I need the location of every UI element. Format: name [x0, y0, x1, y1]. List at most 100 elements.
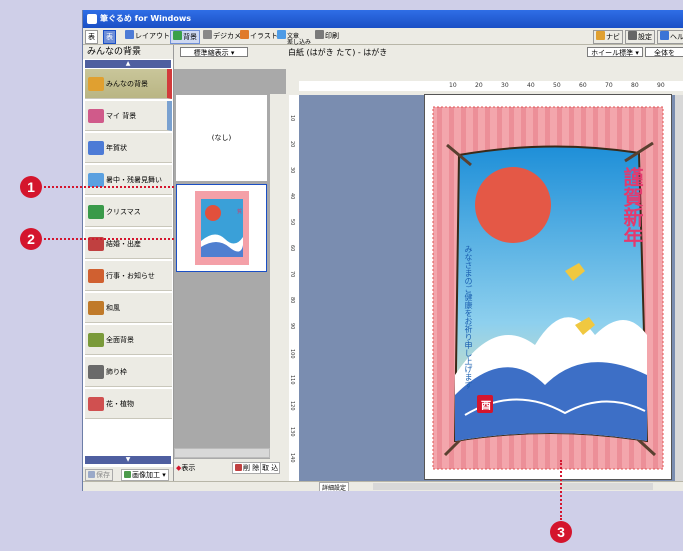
ruler-tick-label: 80 — [289, 297, 295, 304]
status-bar: 詳細設定 — [83, 481, 683, 491]
layout-button[interactable]: レイアウト — [123, 30, 172, 42]
view-mode-select[interactable]: 標準縮表示 ▾ — [180, 47, 248, 57]
illust-button[interactable]: イラスト — [238, 30, 280, 42]
navi-button[interactable]: ナビ — [593, 30, 623, 44]
editor-area: 白紙 (はがき たて) - はがき ホイール標準 ▾ 全体を 10 20 30 40 5… — [287, 45, 683, 481]
front-side-button[interactable]: 表 — [85, 30, 98, 44]
category-scroll-down[interactable]: ▼ — [85, 456, 171, 464]
category-item[interactable]: 結婚・出産 — [85, 229, 172, 259]
ruler-tick-label: 70 — [605, 82, 613, 89]
mountain-icon — [173, 31, 182, 40]
category-label: 花・植物 — [106, 400, 134, 408]
save-label: 保存 — [96, 471, 110, 479]
callout-2: 2 — [20, 228, 42, 250]
print-button[interactable]: 印刷 — [313, 30, 341, 42]
ruler-tick-label: 20 — [289, 141, 295, 148]
thumbnail-none[interactable]: (なし) — [176, 95, 267, 181]
category-scroll-up[interactable]: ▲ — [85, 60, 171, 68]
callout-3: 3 — [550, 521, 572, 543]
thumbnail-vscroll[interactable] — [270, 94, 286, 459]
category-item[interactable]: 年賀状 — [85, 133, 172, 163]
zoom-select[interactable]: ホイール標準 ▾ — [587, 47, 643, 57]
category-label: クリスマス — [106, 208, 141, 216]
window-title: 筆ぐるめ for Windows — [100, 14, 191, 23]
ruler-tick-label: 10 — [449, 82, 457, 89]
ruler-tick-label: 100 — [289, 349, 295, 359]
ruler-tick-label: 10 — [289, 115, 295, 122]
editor-vscroll[interactable] — [675, 95, 683, 481]
import-label: 取 込 — [262, 464, 279, 472]
ruler-tick-label: 30 — [501, 82, 509, 89]
ruler-tick-label: 50 — [289, 219, 295, 226]
paper-label: 白紙 (はがき たて) - はがき — [288, 48, 388, 57]
navi-icon — [596, 31, 605, 40]
category-item[interactable]: 暑中・残暑見舞い — [85, 165, 172, 195]
save-button[interactable]: 保存 — [85, 469, 113, 481]
settings-button[interactable]: 設定 — [625, 30, 655, 44]
illust-label: イラスト — [250, 32, 278, 40]
fit-select[interactable]: 全体を — [645, 47, 683, 57]
editor-hscroll[interactable] — [373, 483, 653, 490]
thumbnail-subbar — [174, 59, 286, 69]
fit-value: 全体を — [654, 49, 675, 57]
category-item[interactable]: マイ 背景 — [85, 101, 172, 131]
category-item[interactable]: 飾り枠 — [85, 357, 172, 387]
category-item[interactable]: クリスマス — [85, 197, 172, 227]
category-label: 年賀状 — [106, 144, 127, 152]
thumbnail-hscroll[interactable] — [174, 448, 270, 458]
category-item[interactable]: 行事・お知らせ — [85, 261, 172, 291]
callout-1-line — [44, 186, 174, 188]
view-mode-value: 標準縮表示 — [193, 49, 229, 57]
ruler-tick-label: 40 — [289, 193, 295, 200]
back-side-button[interactable]: 表 — [103, 30, 116, 44]
thumbnail-pane: 標準縮表示 ▾ (なし) 賀 ◆表示 削 除 取 込 — [174, 45, 286, 481]
category-pane-title: みんなの背景 — [83, 45, 173, 59]
display-button[interactable]: ◆表示 — [176, 463, 195, 473]
thumbnail-card-preview: 賀 — [195, 191, 249, 265]
category-label: 飾り枠 — [106, 368, 127, 376]
edit-image-button[interactable]: 画像加工 ▾ — [121, 469, 169, 481]
detail-settings-button[interactable]: 詳細設定 — [319, 482, 350, 491]
help-icon — [660, 31, 669, 40]
category-item[interactable]: みんなの背景 — [85, 69, 172, 99]
title-bar: 筆ぐるめ for Windows — [83, 10, 683, 28]
category-item[interactable]: 花・植物 — [85, 389, 172, 419]
category-label: 暑中・残暑見舞い — [106, 176, 162, 184]
christmas-tree-icon — [88, 205, 104, 219]
category-item[interactable]: 和風 — [85, 293, 172, 323]
delete-button[interactable]: 削 除 — [232, 462, 263, 474]
thumbnail-newyear[interactable]: 賀 — [176, 184, 267, 272]
category-label: 行事・お知らせ — [106, 272, 155, 280]
ruler-tick-label: 110 — [289, 375, 295, 385]
japanese-style-icon — [88, 301, 104, 315]
category-label: マイ 背景 — [106, 112, 137, 120]
floppy-icon — [88, 471, 95, 478]
main-toolbar: 表 表 レイアウト 背景 デジカメ イラスト 文章 差し込み 印刷 ナビ 設定 ヘ… — [83, 28, 683, 46]
callout-3-line — [560, 460, 562, 520]
layout-label: レイアウト — [135, 32, 170, 40]
app-icon — [87, 14, 97, 24]
ruler-tick-label: 20 — [475, 82, 483, 89]
category-item[interactable]: 全面背景 — [85, 325, 172, 355]
card-seal: 酉 — [481, 401, 491, 412]
zoom-value: ホイール標準 — [591, 49, 634, 57]
app-window: 筆ぐるめ for Windows 表 表 レイアウト 背景 デジカメ イラスト … — [82, 10, 683, 491]
thumbnail-footer: ◆表示 削 除 取 込 — [174, 459, 286, 481]
print-label: 印刷 — [325, 32, 339, 40]
ruler-tick-label: 130 — [289, 427, 295, 437]
digicam-label: デジカメ — [213, 32, 241, 40]
digicam-button[interactable]: デジカメ — [201, 30, 243, 42]
delete-label: 削 除 — [243, 464, 260, 472]
ruler-tick-label: 80 — [631, 82, 639, 89]
import-button[interactable]: 取 込 — [260, 462, 281, 474]
ruler-tick-label: 70 — [289, 271, 295, 278]
event-icon — [88, 269, 104, 283]
text-insert-button[interactable]: 文章 差し込み — [275, 30, 313, 46]
background-button[interactable]: 背景 — [170, 30, 200, 44]
help-button[interactable]: ヘルプ — [657, 30, 683, 44]
thumbnail-none-label: (なし) — [211, 134, 232, 142]
postcard-canvas[interactable]: 謹賀新年 みなさまのご健康をお祈り申し上げます 酉 — [424, 94, 672, 480]
edit-image-label: 画像加工 — [132, 471, 160, 479]
ruler-tick-label: 140 — [289, 453, 295, 463]
edit-image-icon — [124, 471, 131, 478]
